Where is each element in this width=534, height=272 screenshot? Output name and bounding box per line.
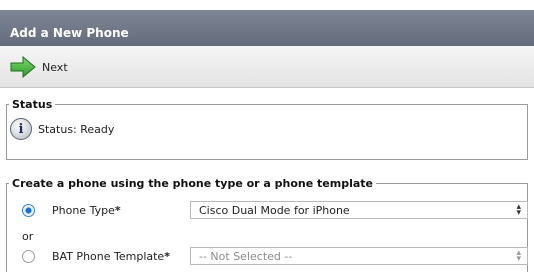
phone-type-label: Phone Type* <box>52 204 121 217</box>
phone-type-select-value: Cisco Dual Mode for iPhone <box>199 204 350 217</box>
status-legend: Status <box>12 98 53 111</box>
status-text: Status: Ready <box>38 122 115 136</box>
window-title: Add a New Phone <box>0 10 534 46</box>
phone-type-required-mark: * <box>114 204 121 217</box>
info-icon: i <box>10 118 32 140</box>
next-button-label: Next <box>42 60 68 74</box>
select-arrows-icon: ▴ ▾ <box>516 248 521 264</box>
phone-type-radio[interactable] <box>22 204 35 217</box>
arrow-right-icon <box>10 56 36 78</box>
bat-template-select[interactable]: -- Not Selected -- ▴ ▾ <box>190 247 528 265</box>
phone-type-select[interactable]: Cisco Dual Mode for iPhone ▴ ▾ <box>190 201 528 219</box>
select-arrows-icon: ▴ ▾ <box>516 202 521 218</box>
bat-template-radio[interactable] <box>22 250 35 263</box>
bat-template-required-mark: * <box>164 250 170 263</box>
toolbar: Next <box>0 46 534 88</box>
status-row: i Status: Ready <box>10 118 114 140</box>
bat-template-label: BAT Phone Template* <box>52 250 170 263</box>
bat-template-select-value: -- Not Selected -- <box>199 250 293 263</box>
create-phone-legend: Create a phone using the phone type or a… <box>12 177 374 190</box>
next-button[interactable]: Next <box>10 56 68 78</box>
or-label: or <box>22 230 34 243</box>
